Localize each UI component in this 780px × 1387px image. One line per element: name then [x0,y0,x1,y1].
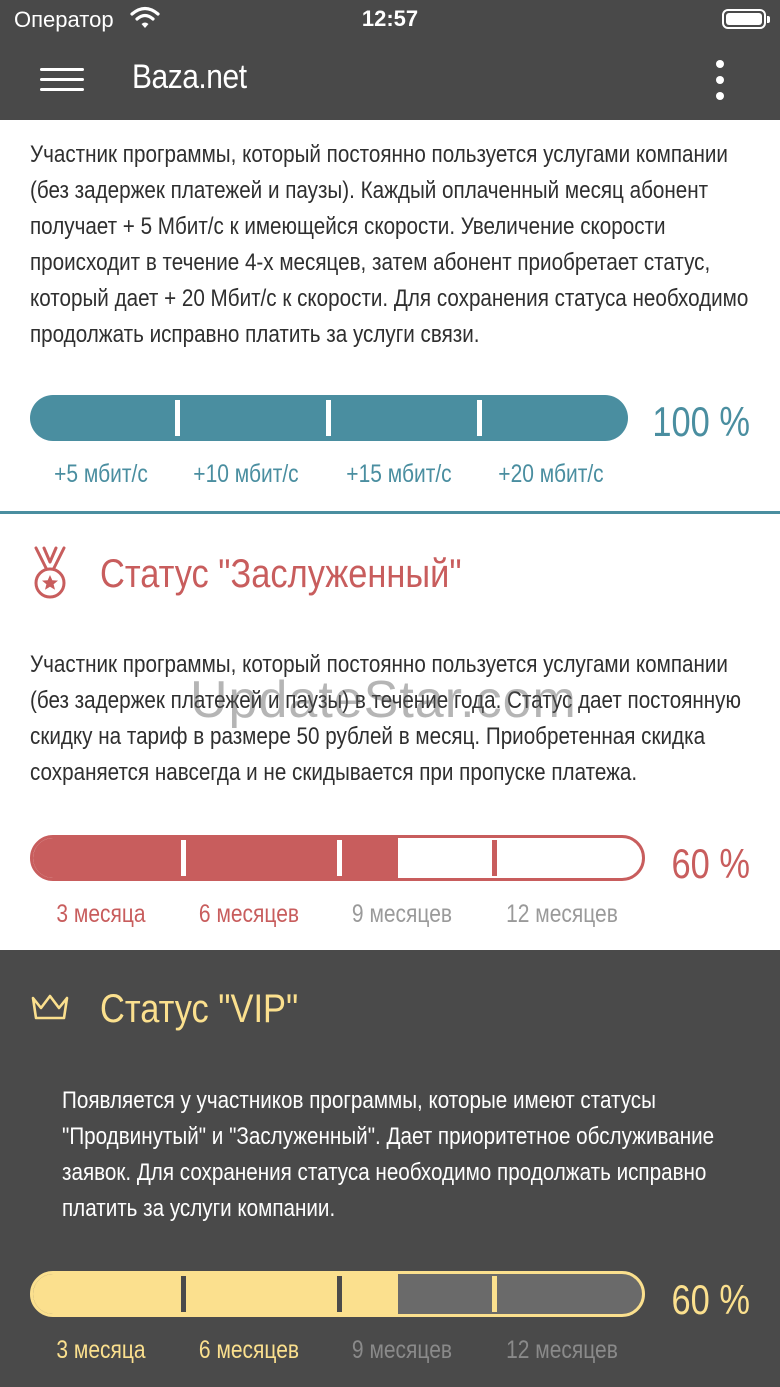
progress-tick [492,840,497,876]
milestone-label: 12 месяцев [506,1336,618,1364]
milestone-label: 6 месяцев [198,900,300,928]
advanced-progress-bar [30,395,628,441]
milestone-label: +20 мбит/с [498,460,604,488]
medal-icon [34,546,66,599]
vip-description: Появляется у участников программы, котор… [62,1087,715,1222]
milestone-label: 9 месяцев [351,900,453,928]
milestone-label: +5 мбит/с [54,460,148,488]
vip-title: Статус "VIP" [100,987,299,1031]
app-title: Baza.net [132,58,247,96]
progress-tick [175,400,180,436]
app-header: Baza.net [0,40,780,120]
progress-tick [477,400,482,436]
milestone-label: +15 мбит/с [346,460,452,488]
battery-icon [722,9,770,29]
milestone-label: 9 месяцев [351,1336,453,1364]
watermark: UpdateStar.com [190,671,577,729]
progress-tick [181,1276,186,1312]
milestone-label: +10 мбит/с [193,460,299,488]
progress-tick [337,840,342,876]
hamburger-menu-icon[interactable] [40,68,84,92]
more-options-icon[interactable] [706,60,734,100]
advanced-description: Участник программы, который постоянно по… [30,141,749,348]
progress-tick [492,1276,497,1312]
honored-title: Статус "Заслуженный" [100,552,462,596]
milestone-label: 3 месяца [56,1336,146,1364]
progress-tick [181,840,186,876]
status-bar: Оператор 12:57 [0,0,780,40]
milestone-label: 6 месяцев [198,1336,300,1364]
advanced-progress-percent: 100 % [652,398,750,445]
progress-tick [326,400,331,436]
honored-progress-bar [30,835,645,881]
milestone-label: 12 месяцев [506,900,618,928]
clock: 12:57 [361,6,419,31]
honored-progress-percent: 60 % [671,840,750,887]
progress-fill [33,838,399,878]
vip-progress-percent: 60 % [671,1276,750,1323]
crown-icon [31,994,69,1020]
vip-progress-bar [30,1271,645,1317]
progress-tick [337,1276,342,1312]
milestone-label: 3 месяца [56,900,146,928]
section-divider [0,511,780,514]
progress-fill [33,1274,399,1314]
